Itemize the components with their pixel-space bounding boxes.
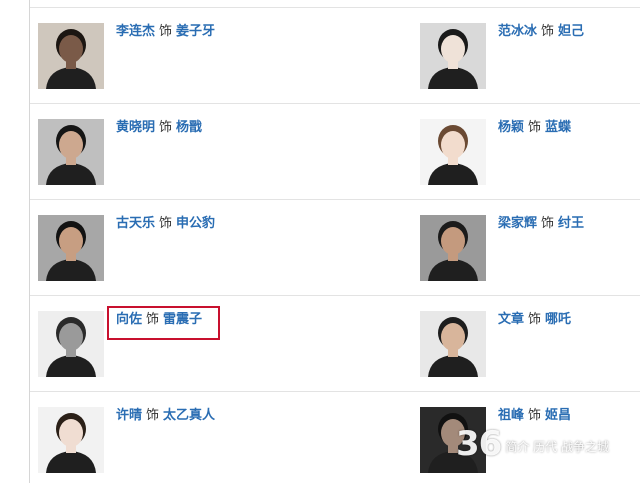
role-name-link[interactable]: 杨戬 bbox=[176, 120, 202, 135]
as-label: 饰 bbox=[528, 312, 542, 327]
cast-item: 许晴饰太乙真人 bbox=[38, 407, 338, 497]
actor-name-link[interactable]: 祖峰 bbox=[498, 408, 524, 423]
cast-credit: 古天乐饰申公豹 bbox=[116, 215, 215, 233]
actor-photo[interactable] bbox=[38, 119, 104, 185]
actor-photo[interactable] bbox=[420, 23, 486, 89]
row-divider bbox=[30, 7, 640, 8]
role-name-link[interactable]: 妲己 bbox=[558, 24, 584, 39]
cast-credit: 梁家辉饰纣王 bbox=[498, 215, 584, 233]
cast-credit: 许晴饰太乙真人 bbox=[116, 407, 215, 425]
as-label: 饰 bbox=[159, 24, 173, 39]
role-name-link[interactable]: 姬昌 bbox=[545, 408, 571, 423]
as-label: 饰 bbox=[528, 408, 542, 423]
actor-photo[interactable] bbox=[420, 119, 486, 185]
actor-name-link[interactable]: 许晴 bbox=[116, 408, 142, 423]
highlight-box bbox=[107, 306, 220, 340]
cast-credit: 杨颖饰蓝蝶 bbox=[498, 119, 571, 137]
cast-item: 文章饰哪吒 bbox=[420, 311, 640, 401]
as-label: 饰 bbox=[541, 216, 555, 231]
actor-name-link[interactable]: 黄晓明 bbox=[116, 120, 155, 135]
cast-credit: 文章饰哪吒 bbox=[498, 311, 571, 329]
as-label: 饰 bbox=[159, 216, 173, 231]
cast-credit: 李连杰饰姜子牙 bbox=[116, 23, 215, 41]
cast-item: 黄晓明饰杨戬 bbox=[38, 119, 338, 209]
as-label: 饰 bbox=[146, 408, 160, 423]
cast-credit: 范冰冰饰妲己 bbox=[498, 23, 584, 41]
actor-photo[interactable] bbox=[38, 215, 104, 281]
as-label: 饰 bbox=[159, 120, 173, 135]
watermark: 36 简介 历代 战争之城 bbox=[456, 424, 609, 464]
actor-photo[interactable] bbox=[420, 215, 486, 281]
watermark-text: 简介 历代 战争之城 bbox=[505, 440, 609, 454]
cast-item: 李连杰饰姜子牙 bbox=[38, 23, 338, 113]
role-name-link[interactable]: 纣王 bbox=[558, 216, 584, 231]
actor-photo[interactable] bbox=[38, 311, 104, 377]
role-name-link[interactable]: 哪吒 bbox=[545, 312, 571, 327]
actor-photo[interactable] bbox=[38, 23, 104, 89]
role-name-link[interactable]: 姜子牙 bbox=[176, 24, 215, 39]
actor-name-link[interactable]: 梁家辉 bbox=[498, 216, 537, 231]
actor-photo[interactable] bbox=[420, 311, 486, 377]
role-name-link[interactable]: 太乙真人 bbox=[163, 408, 215, 423]
actor-name-link[interactable]: 古天乐 bbox=[116, 216, 155, 231]
actor-name-link[interactable]: 文章 bbox=[498, 312, 524, 327]
role-name-link[interactable]: 蓝蝶 bbox=[545, 120, 571, 135]
cast-item: 杨颖饰蓝蝶 bbox=[420, 119, 640, 209]
actor-photo[interactable] bbox=[38, 407, 104, 473]
as-label: 饰 bbox=[528, 120, 542, 135]
actor-name-link[interactable]: 李连杰 bbox=[116, 24, 155, 39]
cast-credit: 祖峰饰姬昌 bbox=[498, 407, 571, 425]
actor-name-link[interactable]: 杨颖 bbox=[498, 120, 524, 135]
cast-credit: 黄晓明饰杨戬 bbox=[116, 119, 202, 137]
actor-name-link[interactable]: 范冰冰 bbox=[498, 24, 537, 39]
list-left-border bbox=[29, 0, 30, 483]
role-name-link[interactable]: 申公豹 bbox=[176, 216, 215, 231]
as-label: 饰 bbox=[541, 24, 555, 39]
watermark-number: 36 bbox=[456, 424, 502, 464]
cast-item: 古天乐饰申公豹 bbox=[38, 215, 338, 305]
cast-item: 梁家辉饰纣王 bbox=[420, 215, 640, 305]
cast-item: 范冰冰饰妲己 bbox=[420, 23, 640, 113]
